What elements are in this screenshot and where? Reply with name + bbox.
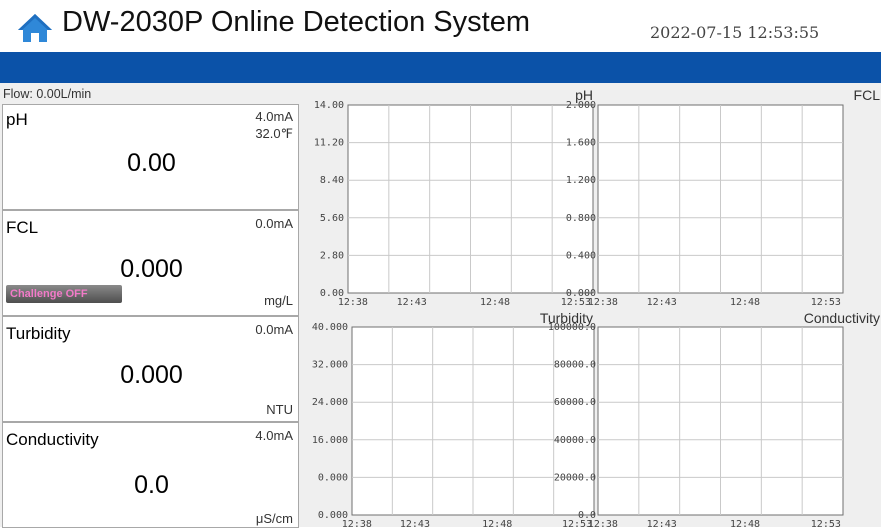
conductivity-y-tick: 100000.0 (548, 322, 596, 333)
fcl-x-tick: 12:38 (588, 297, 618, 308)
conductivity-y-tick: 20000.0 (554, 472, 596, 483)
turbidity-x-tick: 12:43 (400, 519, 430, 527)
turbidity-x-tick: 12:48 (482, 519, 512, 527)
conductivity-x-tick: 12:38 (588, 519, 618, 527)
fcl-chart-title: FCL (854, 87, 881, 103)
fcl-y-tick: 0.400 (566, 250, 596, 261)
fcl-x-tick: 12:43 (647, 297, 677, 308)
ph-y-tick: 5.60 (320, 213, 344, 224)
conductivity-y-tick: 40000.0 (554, 435, 596, 446)
ph-y-tick: 11.20 (314, 138, 344, 149)
turbidity-x-tick: 12:38 (342, 519, 372, 527)
fcl-y-tick: 2.000 (566, 100, 596, 111)
ph-x-tick: 12:38 (338, 297, 368, 308)
conductivity-chart-title: Conductivity (804, 310, 880, 326)
app-title: DW-2030P Online Detection System (62, 6, 530, 38)
conductivity-y-tick: 60000.0 (554, 397, 596, 408)
title-bar (0, 52, 881, 83)
conductivity-x-tick: 12:53 (811, 519, 841, 527)
ph-y-tick: 2.80 (320, 250, 344, 261)
conductivity-x-tick: 12:48 (730, 519, 760, 527)
home-icon[interactable] (18, 13, 52, 43)
fcl-y-tick: 1.200 (566, 175, 596, 186)
fcl-y-tick: 0.800 (566, 213, 596, 224)
header: DW-2030P Online Detection System 2022-07… (0, 0, 881, 52)
turbidity-y-tick: 0.000 (318, 472, 348, 483)
fcl-x-tick: 12:53 (811, 297, 841, 308)
fcl-y-tick: 1.600 (566, 138, 596, 149)
turbidity-y-tick: 32.000 (312, 360, 348, 371)
turbidity-y-tick: 40.000 (312, 322, 348, 333)
turbidity-y-tick: 16.000 (312, 435, 348, 446)
ph-x-tick: 12:48 (480, 297, 510, 308)
fcl-x-tick: 12:48 (730, 297, 760, 308)
conductivity-x-tick: 12:43 (647, 519, 677, 527)
charts-area: pH14.0011.208.405.602.800.0012:38 12:43 12… (312, 87, 881, 527)
ph-y-tick: 14.00 (314, 100, 344, 111)
conductivity-y-tick: 80000.0 (554, 360, 596, 371)
main-content: Flow: 0.00L/min pH 4.0mA 32.0℉ 0.00 FCL … (0, 83, 881, 528)
ph-x-tick: 12:43 (397, 297, 427, 308)
ph-y-tick: 8.40 (320, 175, 344, 186)
datetime: 2022-07-15 12:53:55 (650, 23, 820, 42)
turbidity-y-tick: 24.000 (312, 397, 348, 408)
